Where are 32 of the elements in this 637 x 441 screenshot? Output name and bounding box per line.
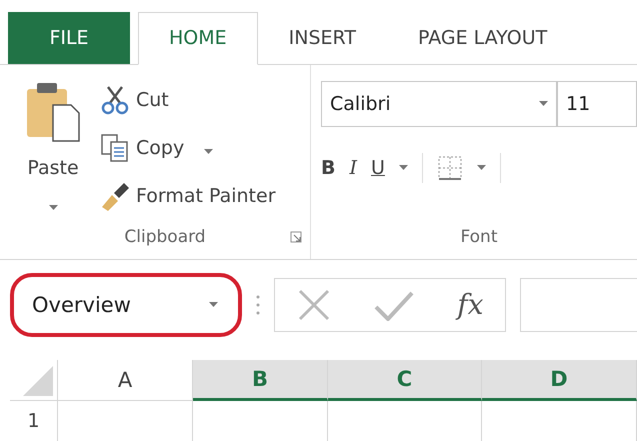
- cut-button[interactable]: Cut: [100, 80, 276, 119]
- row-header[interactable]: 1: [10, 401, 58, 441]
- column-header[interactable]: A: [58, 360, 193, 401]
- caret-icon[interactable]: [398, 165, 408, 170]
- caret-icon[interactable]: [209, 302, 218, 308]
- column-header[interactable]: D: [482, 360, 637, 401]
- group-label: Font: [460, 226, 498, 247]
- format-painter-button[interactable]: Format Painter: [100, 176, 276, 215]
- font-size-field[interactable]: 11: [557, 80, 637, 127]
- scissors-icon: [100, 84, 130, 115]
- copy-icon: [100, 132, 130, 163]
- file-menu-tab[interactable]: FILE: [8, 12, 130, 64]
- bold-button[interactable]: B: [321, 156, 336, 179]
- caret-icon[interactable]: [539, 101, 548, 106]
- column-header[interactable]: C: [328, 360, 482, 401]
- column-header[interactable]: B: [193, 360, 328, 401]
- caret-icon[interactable]: [204, 148, 214, 154]
- formula-input[interactable]: [520, 278, 637, 332]
- font-name-field[interactable]: Calibri: [321, 80, 557, 127]
- italic-button[interactable]: I: [349, 156, 357, 179]
- dialog-launcher-icon[interactable]: [290, 230, 302, 243]
- insert-function-button[interactable]: fx: [457, 288, 484, 322]
- paste-button[interactable]: Paste: [27, 156, 79, 179]
- copy-button[interactable]: Copy: [100, 128, 276, 167]
- dots-icon: [256, 294, 260, 316]
- underline-button[interactable]: U: [371, 156, 385, 179]
- paintbrush-icon: [100, 180, 130, 211]
- caret-icon[interactable]: [48, 204, 58, 210]
- caret-icon[interactable]: [476, 165, 486, 170]
- ribbon-tab[interactable]: HOME: [138, 12, 258, 65]
- borders-icon[interactable]: [436, 154, 463, 181]
- group-label: Clipboard: [124, 226, 206, 247]
